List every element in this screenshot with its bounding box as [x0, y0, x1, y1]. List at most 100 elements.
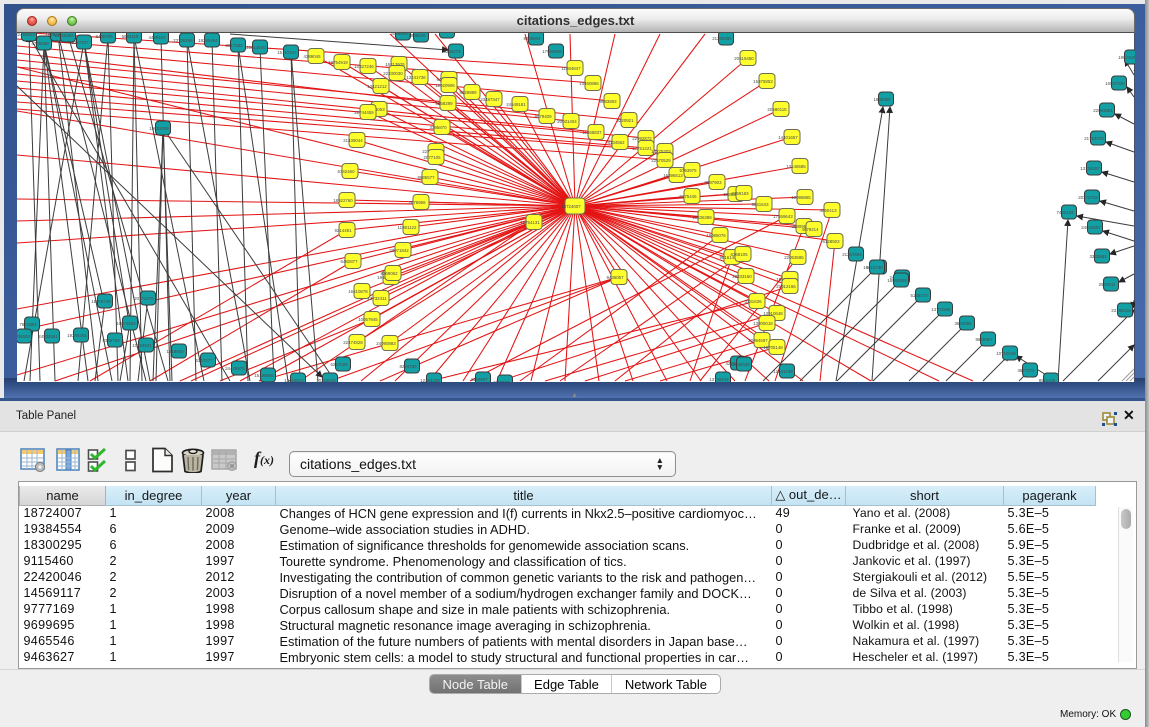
svg-text:22330030: 22330030	[383, 71, 403, 76]
svg-text:12541238: 12541238	[773, 369, 793, 374]
svg-text:21439044: 21439044	[343, 138, 363, 143]
svg-text:6357277: 6357277	[195, 358, 213, 363]
svg-text:13241736: 13241736	[406, 75, 426, 80]
svg-text:18096865: 18096865	[791, 195, 811, 200]
svg-text:20372723: 20372723	[1078, 195, 1098, 200]
svg-text:15180586: 15180586	[254, 373, 274, 378]
svg-text:2077105: 2077105	[423, 155, 441, 160]
svg-text:10327246: 10327246	[354, 64, 374, 69]
svg-text:10057945: 10057945	[358, 317, 378, 322]
svg-text:22053595: 22053595	[784, 255, 804, 260]
svg-text:13805018: 13805018	[753, 321, 773, 326]
svg-text:20031404: 20031404	[557, 119, 577, 124]
svg-text:16415740: 16415740	[863, 265, 883, 270]
svg-text:24641507: 24641507	[1081, 225, 1101, 230]
svg-text:8029889: 8029889	[459, 90, 477, 95]
svg-text:9214491: 9214491	[334, 228, 352, 233]
svg-text:3395870: 3395870	[429, 125, 447, 130]
svg-text:8134562: 8134562	[607, 140, 625, 145]
svg-text:13134457: 13134457	[1080, 166, 1100, 171]
svg-text:4735650: 4735650	[31, 41, 49, 46]
svg-text:16072954: 16072954	[116, 321, 136, 326]
svg-text:4429607: 4429607	[470, 377, 488, 382]
svg-text:20994697: 20994697	[748, 338, 768, 343]
svg-text:24090883: 24090883	[376, 341, 396, 346]
svg-text:5682115: 5682115	[122, 34, 139, 39]
svg-text:8359183: 8359183	[731, 191, 749, 196]
svg-text:8646997: 8646997	[975, 337, 993, 342]
svg-text:9217207: 9217207	[71, 40, 89, 45]
svg-text:13754919: 13754919	[328, 60, 348, 65]
svg-text:22570529: 22570529	[651, 158, 671, 163]
svg-text:17956909: 17956909	[542, 49, 562, 54]
svg-text:10228452: 10228452	[54, 33, 74, 38]
svg-text:3677374: 3677374	[1017, 368, 1035, 373]
svg-text:10710248: 10710248	[996, 351, 1016, 356]
svg-text:18992829: 18992829	[887, 278, 907, 283]
svg-text:22474828: 22474828	[343, 340, 363, 345]
svg-text:8685577: 8685577	[417, 175, 435, 180]
svg-text:22806503: 22806503	[17, 334, 30, 339]
svg-text:4143890: 4143890	[434, 33, 452, 34]
svg-text:20580115: 20580115	[767, 107, 787, 112]
svg-text:4050413: 4050413	[819, 208, 837, 213]
svg-text:13748244: 13748244	[709, 377, 729, 382]
svg-text:16510878: 16510878	[348, 289, 368, 294]
svg-text:20772475: 20772475	[134, 296, 154, 301]
svg-text:6217026: 6217026	[330, 362, 348, 367]
svg-text:18754131: 18754131	[520, 220, 540, 225]
svg-text:22093651: 22093651	[1093, 108, 1113, 113]
svg-text:2066449: 2066449	[390, 33, 408, 36]
svg-text:13045349: 13045349	[730, 362, 750, 367]
svg-text:13146585: 13146585	[786, 164, 806, 169]
svg-text:2537611: 2537611	[1099, 282, 1116, 287]
svg-text:9275445: 9275445	[679, 194, 697, 199]
svg-text:4112034: 4112034	[493, 380, 510, 382]
svg-text:15076749: 15076749	[91, 299, 111, 304]
svg-text:4679214: 4679214	[801, 227, 819, 232]
svg-text:10334531: 10334531	[132, 343, 152, 348]
svg-text:19523409: 19523409	[1118, 55, 1135, 60]
svg-text:5793975: 5793975	[679, 168, 697, 173]
svg-text:2876966: 2876966	[408, 200, 426, 205]
svg-text:8224730: 8224730	[399, 364, 417, 369]
svg-text:3333883: 3333883	[1089, 254, 1107, 259]
svg-text:3220921: 3220921	[616, 118, 634, 123]
svg-text:21012166: 21012166	[776, 284, 796, 289]
svg-text:7671884: 7671884	[19, 322, 37, 327]
svg-text:7452134: 7452134	[1056, 210, 1074, 215]
svg-text:3917183: 3917183	[225, 43, 243, 48]
svg-text:13421212: 13421212	[367, 84, 387, 89]
svg-text:9436057: 9436057	[606, 275, 624, 280]
svg-text:22455603: 22455603	[17, 33, 35, 37]
svg-text:1999828: 1999828	[408, 33, 426, 38]
svg-text:23487347: 23487347	[480, 97, 500, 102]
svg-text:9958289: 9958289	[435, 101, 453, 106]
svg-text:6368105: 6368105	[730, 252, 748, 257]
svg-text:8489709: 8489709	[95, 34, 113, 39]
svg-text:4439167: 4439167	[148, 35, 166, 40]
svg-text:16396513: 16396513	[663, 173, 683, 178]
svg-text:22744459: 22744459	[354, 110, 374, 115]
svg-text:8396759: 8396759	[102, 338, 120, 343]
svg-text:16705148: 16705148	[763, 345, 783, 350]
svg-text:3131636: 3131636	[744, 299, 762, 304]
svg-text:8369062: 8369062	[380, 271, 398, 276]
svg-text:24532561: 24532561	[38, 334, 58, 339]
svg-text:23706266: 23706266	[173, 38, 193, 43]
svg-text:21754078: 21754078	[1084, 136, 1104, 141]
svg-text:6482877: 6482877	[340, 259, 358, 264]
svg-text:14460856: 14460856	[579, 81, 599, 86]
svg-text:23188315: 23188315	[1111, 308, 1131, 313]
svg-text:19832259: 19832259	[149, 126, 169, 131]
svg-text:5188470: 5188470	[910, 293, 928, 298]
svg-text:13701506: 13701506	[931, 307, 951, 312]
svg-text:10837430: 10837430	[1105, 81, 1125, 86]
svg-text:8811165: 8811165	[1039, 378, 1056, 382]
svg-text:19285201: 19285201	[67, 333, 87, 338]
svg-text:17559643: 17559643	[773, 214, 793, 219]
svg-text:11584847: 11584847	[561, 66, 581, 71]
svg-text:17751421: 17751421	[632, 146, 652, 151]
svg-text:18922760: 18922760	[333, 198, 353, 203]
svg-text:12416912: 12416912	[284, 378, 304, 382]
